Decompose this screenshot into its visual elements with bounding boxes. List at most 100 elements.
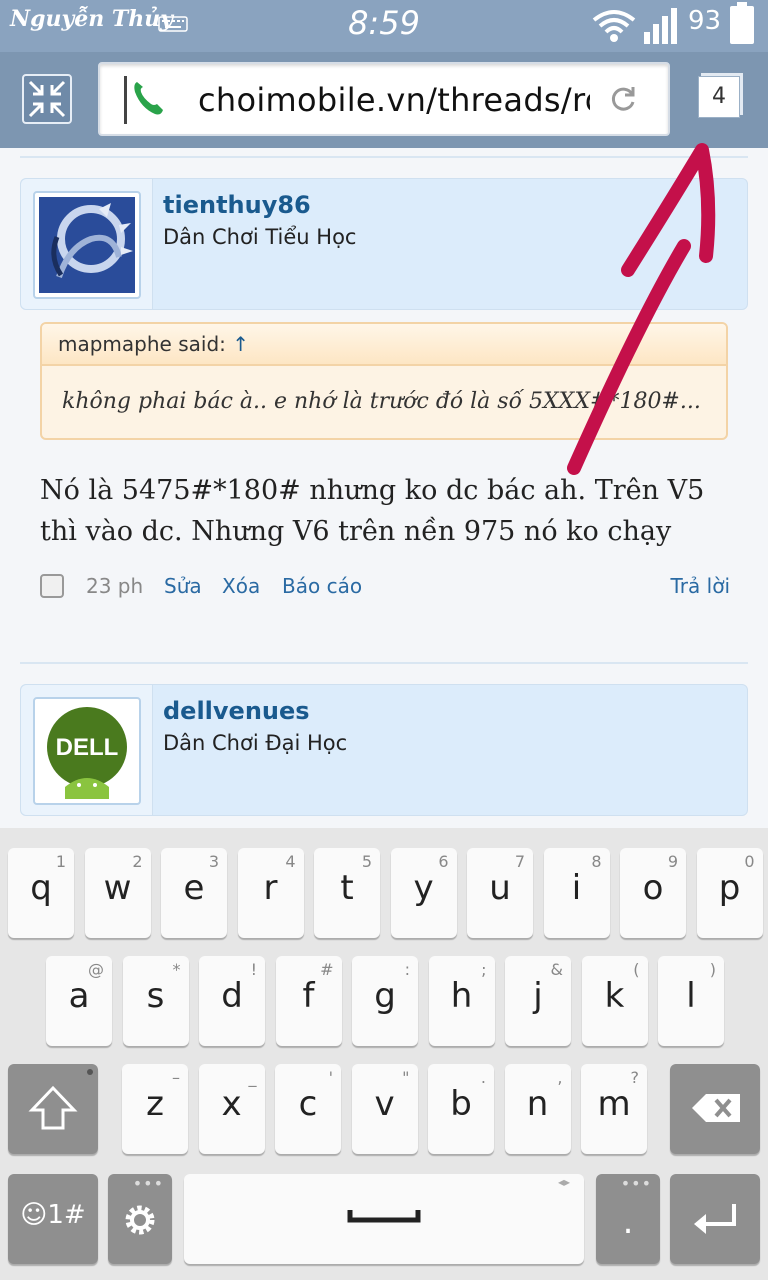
key-label: g [374,976,396,1016]
key-z[interactable]: – z [122,1064,188,1154]
key-r[interactable]: 4r [237,848,304,938]
key-n[interactable]: ,n [504,1064,571,1154]
battery-percent: 93 [688,6,722,36]
key-l[interactable]: ) l [658,956,724,1046]
soft-keyboard: ☺1# ••• ◂▸ ••• . 1 q 2 w 3 e 4 r 5 t 6 y 7 u 8 i 9 o 0 p @ a *… [0,828,768,1280]
enter-key[interactable] [670,1174,760,1264]
user-info-box: tienthuy86 Dân Chơi Tiểu Học [20,178,748,310]
backspace-key[interactable] [670,1064,760,1154]
symbols-mode-key[interactable]: ☺1# [8,1174,98,1264]
key-label: p [718,868,741,908]
key-label: v [374,1084,395,1124]
select-post-checkbox[interactable] [40,574,64,598]
post-message: Nó là 5475#*180# nhưng ko dc bác ah. Trê… [40,475,705,547]
post-divider [20,156,748,158]
key-k[interactable]: (k [581,956,648,1046]
key-f[interactable]: # f [275,956,342,1046]
key-label: u [489,868,511,908]
key-b[interactable]: .b [428,1064,494,1154]
key-label: b [450,1084,472,1124]
quote-block: mapmaphe said: ↑ không phai bác à.. e nh… [40,322,728,440]
collapse-icon [28,80,66,118]
svg-text:DELL: DELL [56,734,119,761]
tabs-button[interactable]: 4 [698,76,740,118]
status-bar: Nguyễn Thủy 8:59 93 [0,0,768,52]
key-a[interactable]: @ a [46,956,112,1046]
report-link[interactable]: Báo cáo [282,574,362,598]
key-label: k [604,976,625,1016]
key-p[interactable]: 0p [696,848,763,938]
post-time: 23 ph [86,574,144,598]
settings-key[interactable]: ••• [108,1174,172,1264]
key-label: s [146,976,165,1016]
avatar[interactable] [33,191,141,299]
enter-icon [694,1204,736,1234]
reply-link[interactable]: Trả lời [671,574,730,598]
period-label: . [622,1202,634,1242]
key-o[interactable]: 9o [620,848,686,938]
url-text[interactable]: choimobile.vn/threads/rom [198,76,590,124]
key-label: i [571,868,582,908]
key-label: r [263,868,278,908]
battery-icon [730,2,754,44]
key-t[interactable]: 5t [314,848,380,938]
key-label: l [686,976,696,1016]
symbols-mode-label: ☺1# [20,1200,86,1230]
tab-count: 4 [712,84,726,109]
page-content: tienthuy86 Dân Chơi Tiểu Học mapmaphe sa… [0,148,768,828]
user-rank: Dân Chơi Tiểu Học [163,225,357,249]
username-link[interactable]: tienthuy86 [163,191,311,219]
key-c[interactable]: ' c [275,1064,341,1154]
more-options-dots: ••• [620,1174,652,1193]
key-label: o [642,868,664,908]
reload-icon[interactable] [608,84,638,114]
key-d[interactable]: ! d [199,956,265,1046]
key-j[interactable]: & j [505,956,571,1046]
backspace-icon [692,1094,740,1122]
user-info-box: DELL dellvenues Dân Chơi Đại Học [20,684,748,816]
space-icon: ◂▸ [347,1175,570,1223]
more-options-dots: ••• [132,1174,164,1193]
key-q[interactable]: 1q [8,848,74,938]
delete-link[interactable]: Xóa [222,574,260,598]
key-h[interactable]: ; h [428,956,495,1046]
dell-android-avatar-image: DELL [39,703,135,799]
key-s[interactable]: * s [122,956,189,1046]
edit-link[interactable]: Sửa [164,574,202,598]
key-w[interactable]: 2w [84,848,151,938]
shift-icon [28,1069,93,1130]
key-label: m [597,1084,631,1124]
phone-icon [134,82,163,115]
key-label: z [146,1084,164,1124]
key-label: q [30,868,52,908]
key-v[interactable]: " v [351,1064,418,1154]
key-e[interactable]: 3e [161,848,227,938]
post-actions: 23 ph Sửa Xóa Báo cáo Trả lời [40,572,730,602]
key-y[interactable]: 6y [390,848,457,938]
key-u[interactable]: 7u [467,848,533,938]
key-label: y [413,868,434,908]
key-label: x [221,1084,242,1124]
period-key[interactable]: ••• . [596,1174,660,1264]
key-label: w [103,868,132,908]
user-rank: Dân Chơi Đại Học [163,731,348,755]
key-g[interactable]: :g [352,956,418,1046]
key-label: t [340,868,354,908]
quote-text: không phai bác à.. e nhớ là trước đó là … [62,389,701,414]
key-x[interactable]: _ x [198,1064,265,1154]
key-label: c [298,1084,318,1124]
key-i[interactable]: 8i [543,848,610,938]
key-label: d [221,976,243,1016]
jump-to-quote-link[interactable]: ↑ [232,332,249,356]
username-link[interactable]: dellvenues [163,697,310,725]
exit-fullscreen-button[interactable] [22,74,72,124]
quote-header: mapmaphe said: ↑ [42,324,726,366]
key-label: f [302,976,315,1016]
key-m[interactable]: ? m [581,1064,647,1154]
key-label: n [526,1084,549,1124]
address-bar[interactable]: choimobile.vn/threads/rom [98,62,670,136]
space-key[interactable]: ◂▸ [184,1174,584,1264]
svg-text:◂▸: ◂▸ [558,1175,570,1189]
shift-key[interactable] [8,1064,98,1154]
avatar[interactable]: DELL [33,697,141,805]
